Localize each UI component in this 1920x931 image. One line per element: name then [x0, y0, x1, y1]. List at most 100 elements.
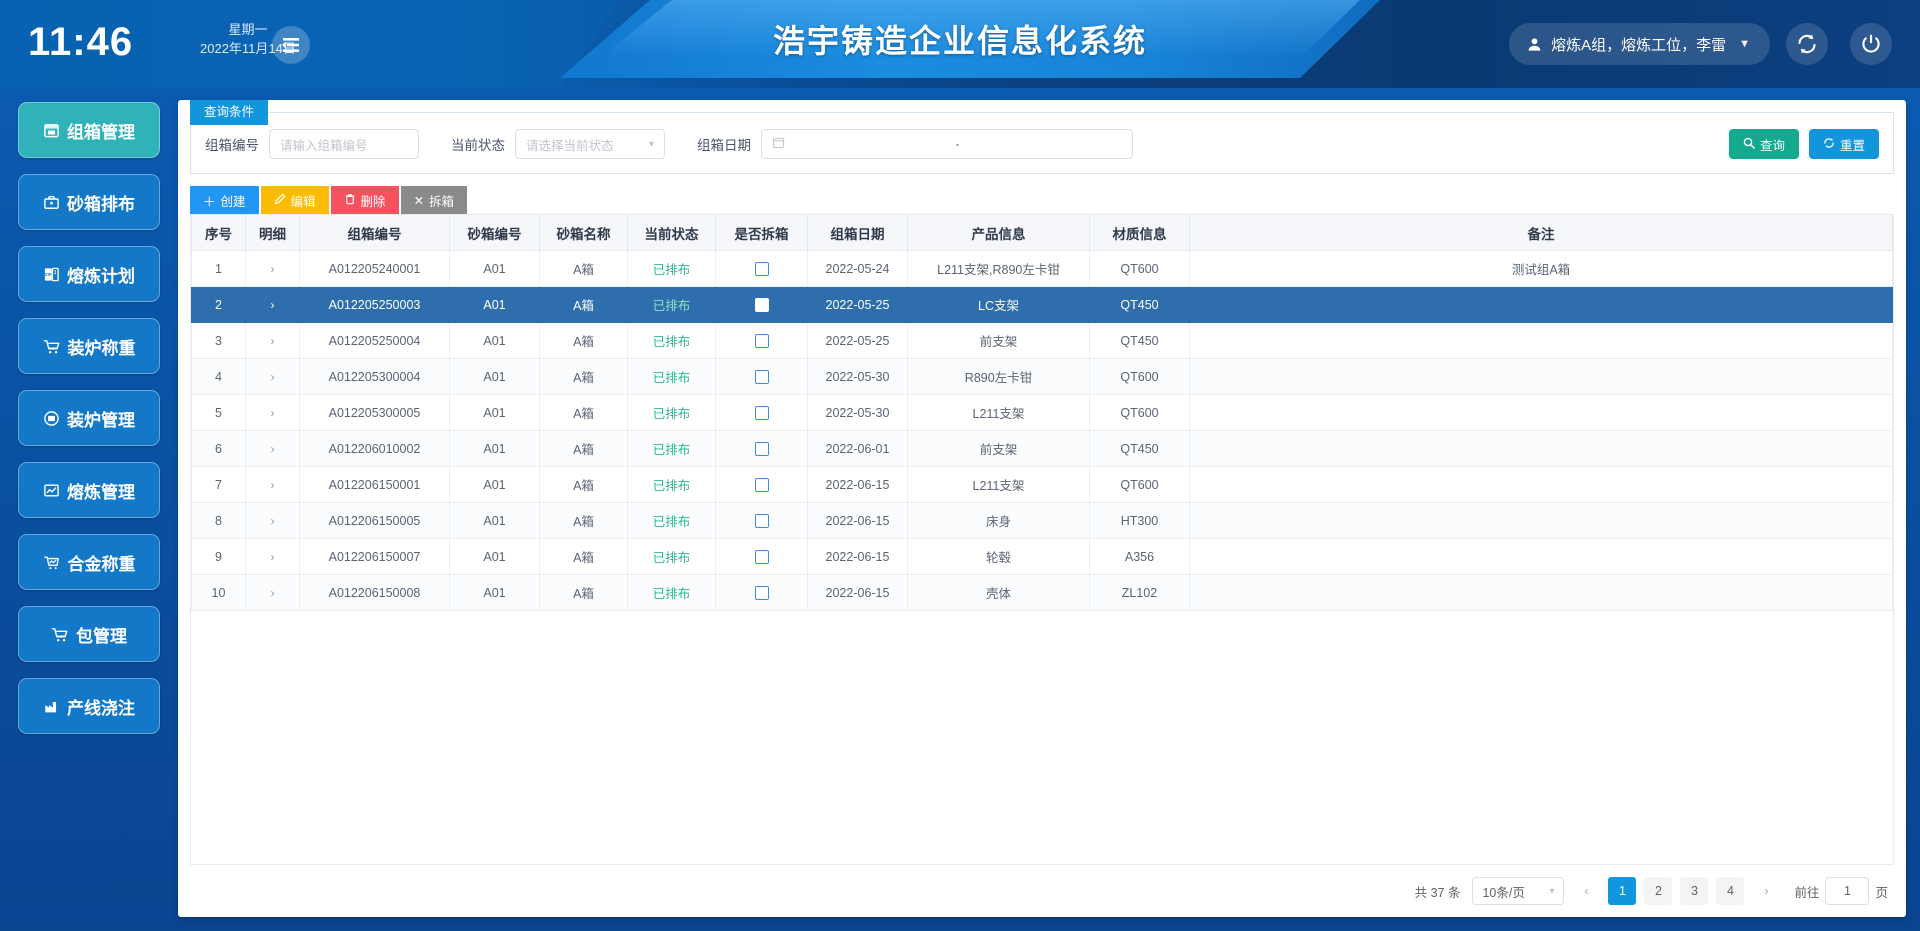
table-row[interactable]: 2 › A012205250003 A01 A箱 已排布 2022-05-25 LC支架 QT4…	[191, 286, 1893, 323]
table-row[interactable]: 3 › A012205250004 A01 A箱 已排布 2022-05-25 前支架 QT45…	[191, 322, 1893, 359]
col-date[interactable]: 组箱日期	[807, 214, 908, 251]
refresh-icon[interactable]	[1786, 23, 1828, 65]
cell-sandbox-name: A箱	[539, 286, 628, 323]
expand-row-chevron-icon[interactable]: ›	[245, 430, 300, 467]
cell-material: QT600	[1089, 466, 1190, 503]
sidebar-item-rongliánjihua[interactable]: ZIP 熔炼计划	[18, 246, 160, 302]
unbox-checkbox[interactable]	[715, 538, 808, 575]
unbox-checkbox[interactable]	[715, 466, 808, 503]
monitor-icon	[43, 410, 60, 427]
cell-index: 2	[191, 286, 246, 323]
cell-date: 2022-06-15	[807, 538, 908, 575]
user-menu[interactable]: 熔炼A组，熔炼工位，李雷 ▼	[1509, 23, 1770, 65]
page-button-4[interactable]: 4	[1716, 877, 1745, 905]
expand-row-chevron-icon[interactable]: ›	[245, 322, 300, 359]
jump-unit-label: 页	[1875, 885, 1888, 900]
cell-date: 2022-05-25	[807, 286, 908, 323]
col-product[interactable]: 产品信息	[907, 214, 1090, 251]
col-sandbox-name[interactable]: 砂箱名称	[539, 214, 628, 251]
table-row[interactable]: 7 › A012206150001 A01 A箱 已排布 2022-06-15 L211支架 Q…	[191, 466, 1893, 503]
expand-row-chevron-icon[interactable]: ›	[245, 538, 300, 575]
col-status[interactable]: 当前状态	[627, 214, 716, 251]
table-row[interactable]: 5 › A012205300005 A01 A箱 已排布 2022-05-30 L211支架 Q…	[191, 394, 1893, 431]
table-row[interactable]: 1 › A012205240001 A01 A箱 已排布 2022-05-24 L211支架,…	[191, 250, 1893, 287]
expand-row-chevron-icon[interactable]: ›	[245, 502, 300, 539]
box-code-input[interactable]: 请输入组箱编号	[269, 129, 419, 159]
col-sandbox-code[interactable]: 砂箱编号	[449, 214, 540, 251]
cell-sandbox-name: A箱	[539, 430, 628, 467]
sidebar-item-zhangluguanli[interactable]: 装炉管理	[18, 390, 160, 446]
unbox-checkbox[interactable]	[715, 250, 808, 287]
cell-remark	[1189, 574, 1893, 611]
sidebar-item-zuxiangguanli[interactable]: 组箱管理	[18, 102, 160, 158]
trash-icon	[344, 193, 356, 208]
page-button-1[interactable]: 1	[1608, 877, 1637, 905]
table-row[interactable]: 8 › A012206150005 A01 A箱 已排布 2022-06-15 床身 HT300	[191, 502, 1893, 539]
unbox-checkbox[interactable]	[715, 322, 808, 359]
cell-remark	[1189, 430, 1893, 467]
expand-row-chevron-icon[interactable]: ›	[245, 250, 300, 287]
col-box-code[interactable]: 组箱编号	[299, 214, 450, 251]
action-toolbar: ＋ 创建 编辑 删除 ✕ 拆箱	[190, 186, 1894, 214]
cell-date: 2022-06-01	[807, 430, 908, 467]
app-header: 11:46 星期一 2022年11月14日 浩宇铸造企业信息化系统 熔炼A组，熔…	[0, 0, 1920, 88]
col-unbox[interactable]: 是否拆箱	[715, 214, 808, 251]
close-icon: ✕	[413, 193, 425, 208]
cell-index: 8	[191, 502, 246, 539]
unbox-button[interactable]: ✕ 拆箱	[400, 186, 468, 214]
box-code-label: 组箱编号	[205, 138, 259, 153]
cell-box-code: A012206010002	[299, 430, 450, 467]
reset-button[interactable]: 重置	[1808, 129, 1879, 159]
edit-button[interactable]: 编辑	[260, 186, 329, 214]
col-index[interactable]: 序号	[191, 214, 246, 251]
cell-index: 5	[191, 394, 246, 431]
expand-row-chevron-icon[interactable]: ›	[245, 358, 300, 395]
jump-page-input[interactable]: 1	[1825, 877, 1870, 905]
page-button-3[interactable]: 3	[1680, 877, 1709, 905]
expand-row-chevron-icon[interactable]: ›	[245, 466, 300, 503]
table-row[interactable]: 10 › A012206150008 A01 A箱 已排布 2022-06-15 壳体 ZL10…	[191, 574, 1893, 611]
delete-button[interactable]: 删除	[330, 186, 399, 214]
next-page-button[interactable]: ›	[1752, 877, 1780, 905]
table-row[interactable]: 4 › A012205300004 A01 A箱 已排布 2022-05-30 R890左卡钳…	[191, 358, 1893, 395]
status-select[interactable]: 请选择当前状态 ▾	[515, 129, 665, 159]
date-range-separator: -	[955, 137, 960, 151]
search-button[interactable]: 查询	[1728, 129, 1799, 159]
sidebar-item-baoguanli[interactable]: 包管理	[18, 606, 160, 662]
unbox-button-label: 拆箱	[429, 194, 455, 209]
create-button[interactable]: ＋ 创建	[190, 186, 259, 214]
box-date-range-picker[interactable]: -	[761, 129, 1133, 159]
sidebar-item-zhuangluchengzhong[interactable]: 装炉称重	[18, 318, 160, 374]
expand-row-chevron-icon[interactable]: ›	[245, 286, 300, 323]
chart-box-icon	[43, 482, 60, 499]
power-icon[interactable]	[1850, 23, 1892, 65]
search-icon	[1743, 137, 1755, 152]
table-row[interactable]: 9 › A012206150007 A01 A箱 已排布 2022-06-15 轮毂 A356	[191, 538, 1893, 575]
table-row[interactable]: 6 › A012206010002 A01 A箱 已排布 2022-06-01 前支架 QT45…	[191, 430, 1893, 467]
unbox-checkbox[interactable]	[715, 430, 808, 467]
unbox-checkbox[interactable]	[715, 394, 808, 431]
expand-row-chevron-icon[interactable]: ›	[245, 574, 300, 611]
col-material[interactable]: 材质信息	[1089, 214, 1190, 251]
page-button-2[interactable]: 2	[1644, 877, 1673, 905]
unbox-checkbox[interactable]	[715, 358, 808, 395]
expand-row-chevron-icon[interactable]: ›	[245, 394, 300, 431]
unbox-checkbox[interactable]	[715, 574, 808, 611]
prev-page-button[interactable]: ‹	[1572, 877, 1600, 905]
page-size-select[interactable]: 10条/页 ▾	[1472, 877, 1565, 905]
cell-material: QT450	[1089, 430, 1190, 467]
sidebar-item-rongliánguanli[interactable]: 熔炼管理	[18, 462, 160, 518]
col-detail[interactable]: 明细	[245, 214, 300, 251]
cell-material: QT450	[1089, 322, 1190, 359]
col-remark[interactable]: 备注	[1189, 214, 1893, 251]
box-code-placeholder: 请输入组箱编号	[280, 138, 368, 153]
sidebar-item-shaxiangpaibu[interactable]: 砂箱排布	[18, 174, 160, 230]
cart-icon	[43, 338, 61, 355]
sidebar-item-chanxianjiaozhu[interactable]: 产线浇注	[18, 678, 160, 734]
cell-product: LC支架	[907, 286, 1090, 323]
sidebar-item-label: 熔炼管理	[67, 482, 135, 502]
cell-index: 1	[191, 250, 246, 287]
unbox-checkbox[interactable]	[715, 286, 808, 323]
sidebar-item-hejinchengzhong[interactable]: 合金称重	[18, 534, 160, 590]
unbox-checkbox[interactable]	[715, 502, 808, 539]
